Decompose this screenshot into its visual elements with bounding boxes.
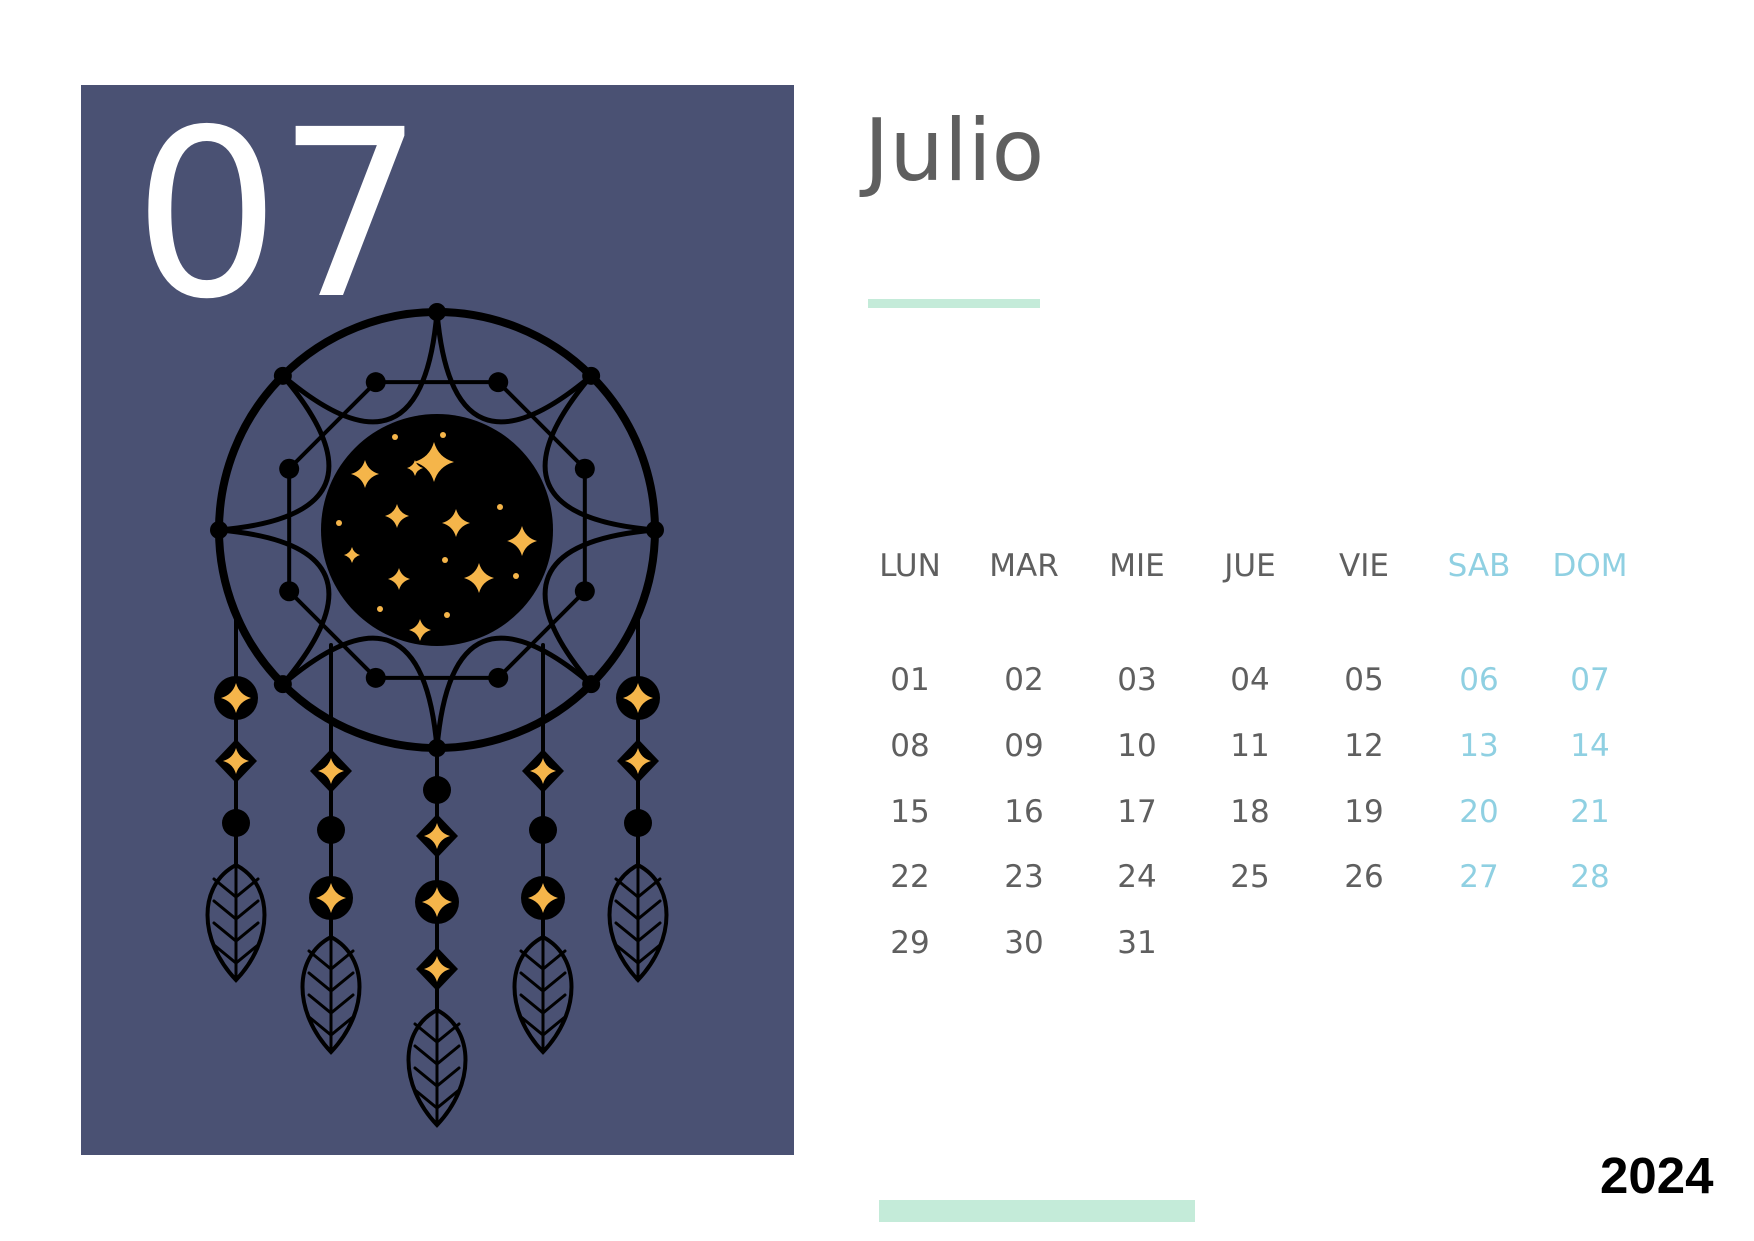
calendar-day: 07 [1570, 662, 1610, 698]
weekday-header: LUN [879, 548, 941, 584]
bead [624, 809, 652, 837]
web-bead [273, 675, 292, 694]
star-dot [444, 612, 450, 618]
web-bead [365, 372, 386, 393]
star-dot [336, 520, 342, 526]
accent-bar-top [868, 299, 1040, 308]
calendar-day: 08 [890, 728, 930, 764]
star-dot [513, 573, 519, 579]
calendar-day: 24 [1117, 859, 1157, 895]
calendar-day: 22 [890, 859, 930, 895]
calendar-day: 13 [1459, 728, 1499, 764]
calendar-day: 16 [1004, 794, 1044, 830]
calendar-day: 29 [890, 925, 930, 961]
calendar-day: 03 [1117, 662, 1157, 698]
weekday-header: JUE [1224, 548, 1276, 584]
month-illustration-panel: 07 [81, 85, 794, 1155]
web-bead [273, 366, 292, 385]
calendar-day: 09 [1004, 728, 1044, 764]
calendar-page: 07 Julio LUN MAR MIE JUE VIE SAB DOM 01 02 03 04 05… [0, 0, 1754, 1241]
weekday-header: MAR [989, 548, 1059, 584]
web-bead [582, 366, 601, 385]
web-bead [574, 458, 595, 479]
web-bead [488, 667, 509, 688]
star-dot [497, 504, 503, 510]
web-bead [582, 675, 601, 694]
web-bead [646, 521, 664, 539]
calendar-day: 18 [1230, 794, 1270, 830]
web-bead [574, 581, 595, 602]
bead [222, 809, 250, 837]
calendar-day: 26 [1344, 859, 1384, 895]
bead [529, 816, 557, 844]
calendar-day: 11 [1230, 728, 1270, 764]
calendar-day: 15 [890, 794, 930, 830]
calendar-day: 20 [1459, 794, 1499, 830]
web-bead [210, 521, 228, 539]
web-bead [279, 581, 300, 602]
calendar-day: 21 [1570, 794, 1610, 830]
calendar-day: 23 [1004, 859, 1044, 895]
calendar-day: 10 [1117, 728, 1157, 764]
weekday-header: VIE [1339, 548, 1389, 584]
moon-center [321, 414, 553, 646]
star-dot [440, 432, 446, 438]
calendar-day: 17 [1117, 794, 1157, 830]
calendar-day: 28 [1570, 859, 1610, 895]
web-bead [279, 458, 300, 479]
calendar-day: 30 [1004, 925, 1044, 961]
calendar-day: 06 [1459, 662, 1499, 698]
accent-bar-bottom [879, 1200, 1195, 1222]
calendar-day: 31 [1117, 925, 1157, 961]
calendar-day: 12 [1344, 728, 1384, 764]
calendar-day: 02 [1004, 662, 1044, 698]
year-label: 2024 [1600, 1147, 1714, 1204]
star-dot [377, 606, 383, 612]
weekday-header: SAB [1447, 548, 1511, 584]
calendar-day: 04 [1230, 662, 1270, 698]
calendar-day: 27 [1459, 859, 1499, 895]
calendar-day: 01 [890, 662, 930, 698]
month-number: 07 [133, 85, 424, 350]
calendar-day: 14 [1570, 728, 1610, 764]
web-bead [365, 667, 386, 688]
star-dot [442, 557, 448, 563]
calendar-day: 19 [1344, 794, 1384, 830]
bead [423, 776, 451, 804]
weekday-header: MIE [1109, 548, 1165, 584]
calendar-day: 25 [1230, 859, 1270, 895]
weekday-header: DOM [1552, 548, 1628, 584]
star-dot [392, 434, 398, 440]
calendar-day: 05 [1344, 662, 1384, 698]
bead [317, 816, 345, 844]
month-name: Julio [864, 101, 1045, 201]
